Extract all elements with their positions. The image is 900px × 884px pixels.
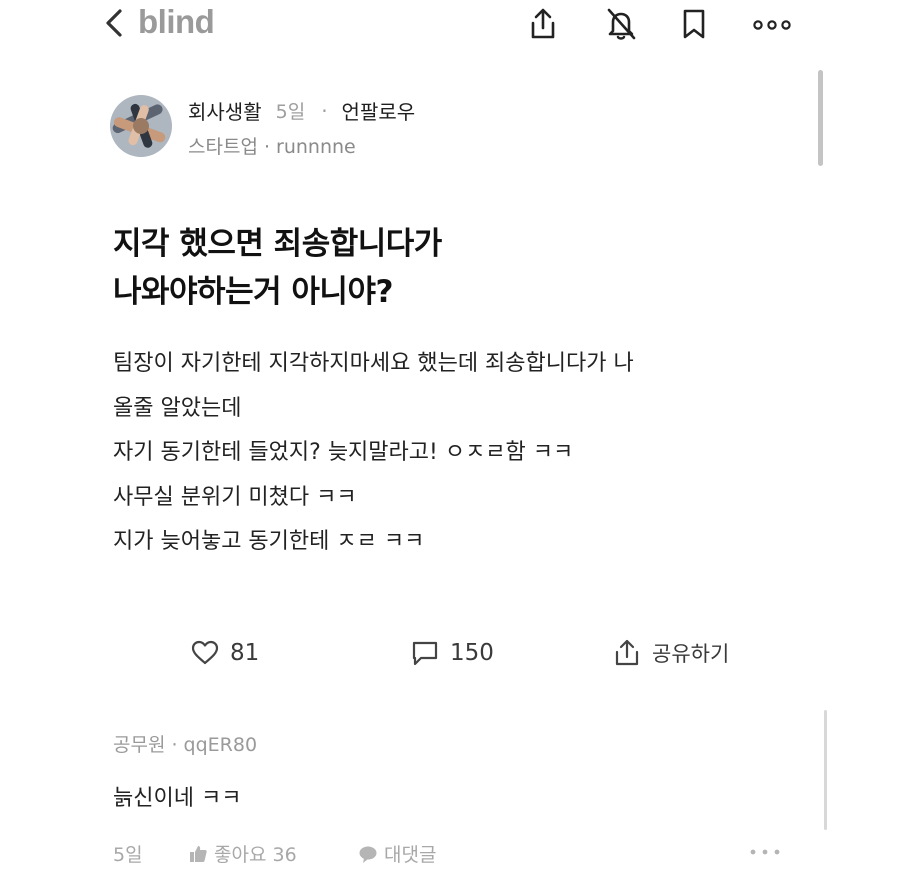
reply-button[interactable]: 대댓글: [358, 840, 436, 867]
bell-off-icon[interactable]: [604, 6, 638, 42]
comment-time: 5일: [113, 844, 143, 866]
post-title: 지각 했으면 죄송합니다가 나와야하는거 아니야?: [113, 220, 813, 316]
comment-like-label: 좋아요 36: [214, 844, 297, 866]
body-line: 지가 늦어놓고 동기한테 ㅈㄹ ㅋㅋ: [113, 529, 425, 554]
post-body: 팀장이 자기한테 지각하지마세요 했는데 죄송합니다가 나 올줄 알았는데 자기…: [113, 342, 813, 565]
post-actions: 81 150 공유하기: [0, 638, 900, 678]
comment-footer: 5일 좋아요 36 대댓글: [113, 840, 813, 868]
heart-icon: [191, 640, 219, 665]
post-meta: 회사생활 5일 · 언팔로우: [188, 96, 415, 125]
comment-text: 늙신이네 ㅋㅋ: [113, 786, 242, 811]
comment-button[interactable]: 150: [410, 638, 494, 668]
share-button[interactable]: 공유하기: [612, 638, 729, 668]
body-line: 자기 동기한테 들었지? 늦지말라고! ㅇㅈㄹ함 ㅋㅋ: [113, 440, 574, 465]
top-bar: blind: [0, 0, 900, 50]
back-chevron-icon[interactable]: [100, 5, 130, 41]
comment-count: 150: [450, 640, 494, 666]
board-name[interactable]: 회사생활: [188, 96, 262, 125]
blind-logo[interactable]: blind: [138, 3, 215, 41]
more-icon[interactable]: [752, 6, 792, 42]
thumbs-up-icon: [190, 845, 207, 862]
comment-more-icon[interactable]: [748, 842, 782, 862]
body-line: 팀장이 자기한테 지각하지마세요 했는데 죄송합니다가 나: [113, 351, 634, 376]
unfollow-button[interactable]: 언팔로우: [342, 96, 416, 125]
title-line: 나와야하는거 아니야?: [113, 274, 393, 310]
share-icon: [615, 639, 639, 666]
comment-author: 공무원 · qqER80: [113, 734, 258, 756]
body-line: 올줄 알았는데: [113, 395, 242, 421]
author-line: 스타트업 · runnnne: [188, 136, 356, 158]
reply-bubble-icon: [359, 846, 377, 863]
body-line: 사무실 분위기 미쳤다 ㅋㅋ: [113, 484, 357, 510]
reply-label: 대댓글: [384, 844, 437, 866]
share-label: 공유하기: [652, 642, 730, 666]
comment-scrollbar[interactable]: [824, 710, 827, 830]
title-line: 지각 했으면 죄송합니다가: [113, 226, 442, 262]
board-avatar[interactable]: [110, 95, 172, 157]
like-count: 81: [230, 640, 260, 666]
bookmark-icon[interactable]: [677, 6, 711, 42]
separator-dot: ·: [321, 98, 328, 123]
like-button[interactable]: 81: [190, 638, 259, 668]
scrollbar[interactable]: [818, 70, 823, 166]
post-time: 5일: [275, 101, 306, 123]
comment-icon: [412, 641, 438, 666]
share-icon[interactable]: [526, 6, 560, 42]
comment-like-button[interactable]: 좋아요 36: [188, 840, 297, 867]
